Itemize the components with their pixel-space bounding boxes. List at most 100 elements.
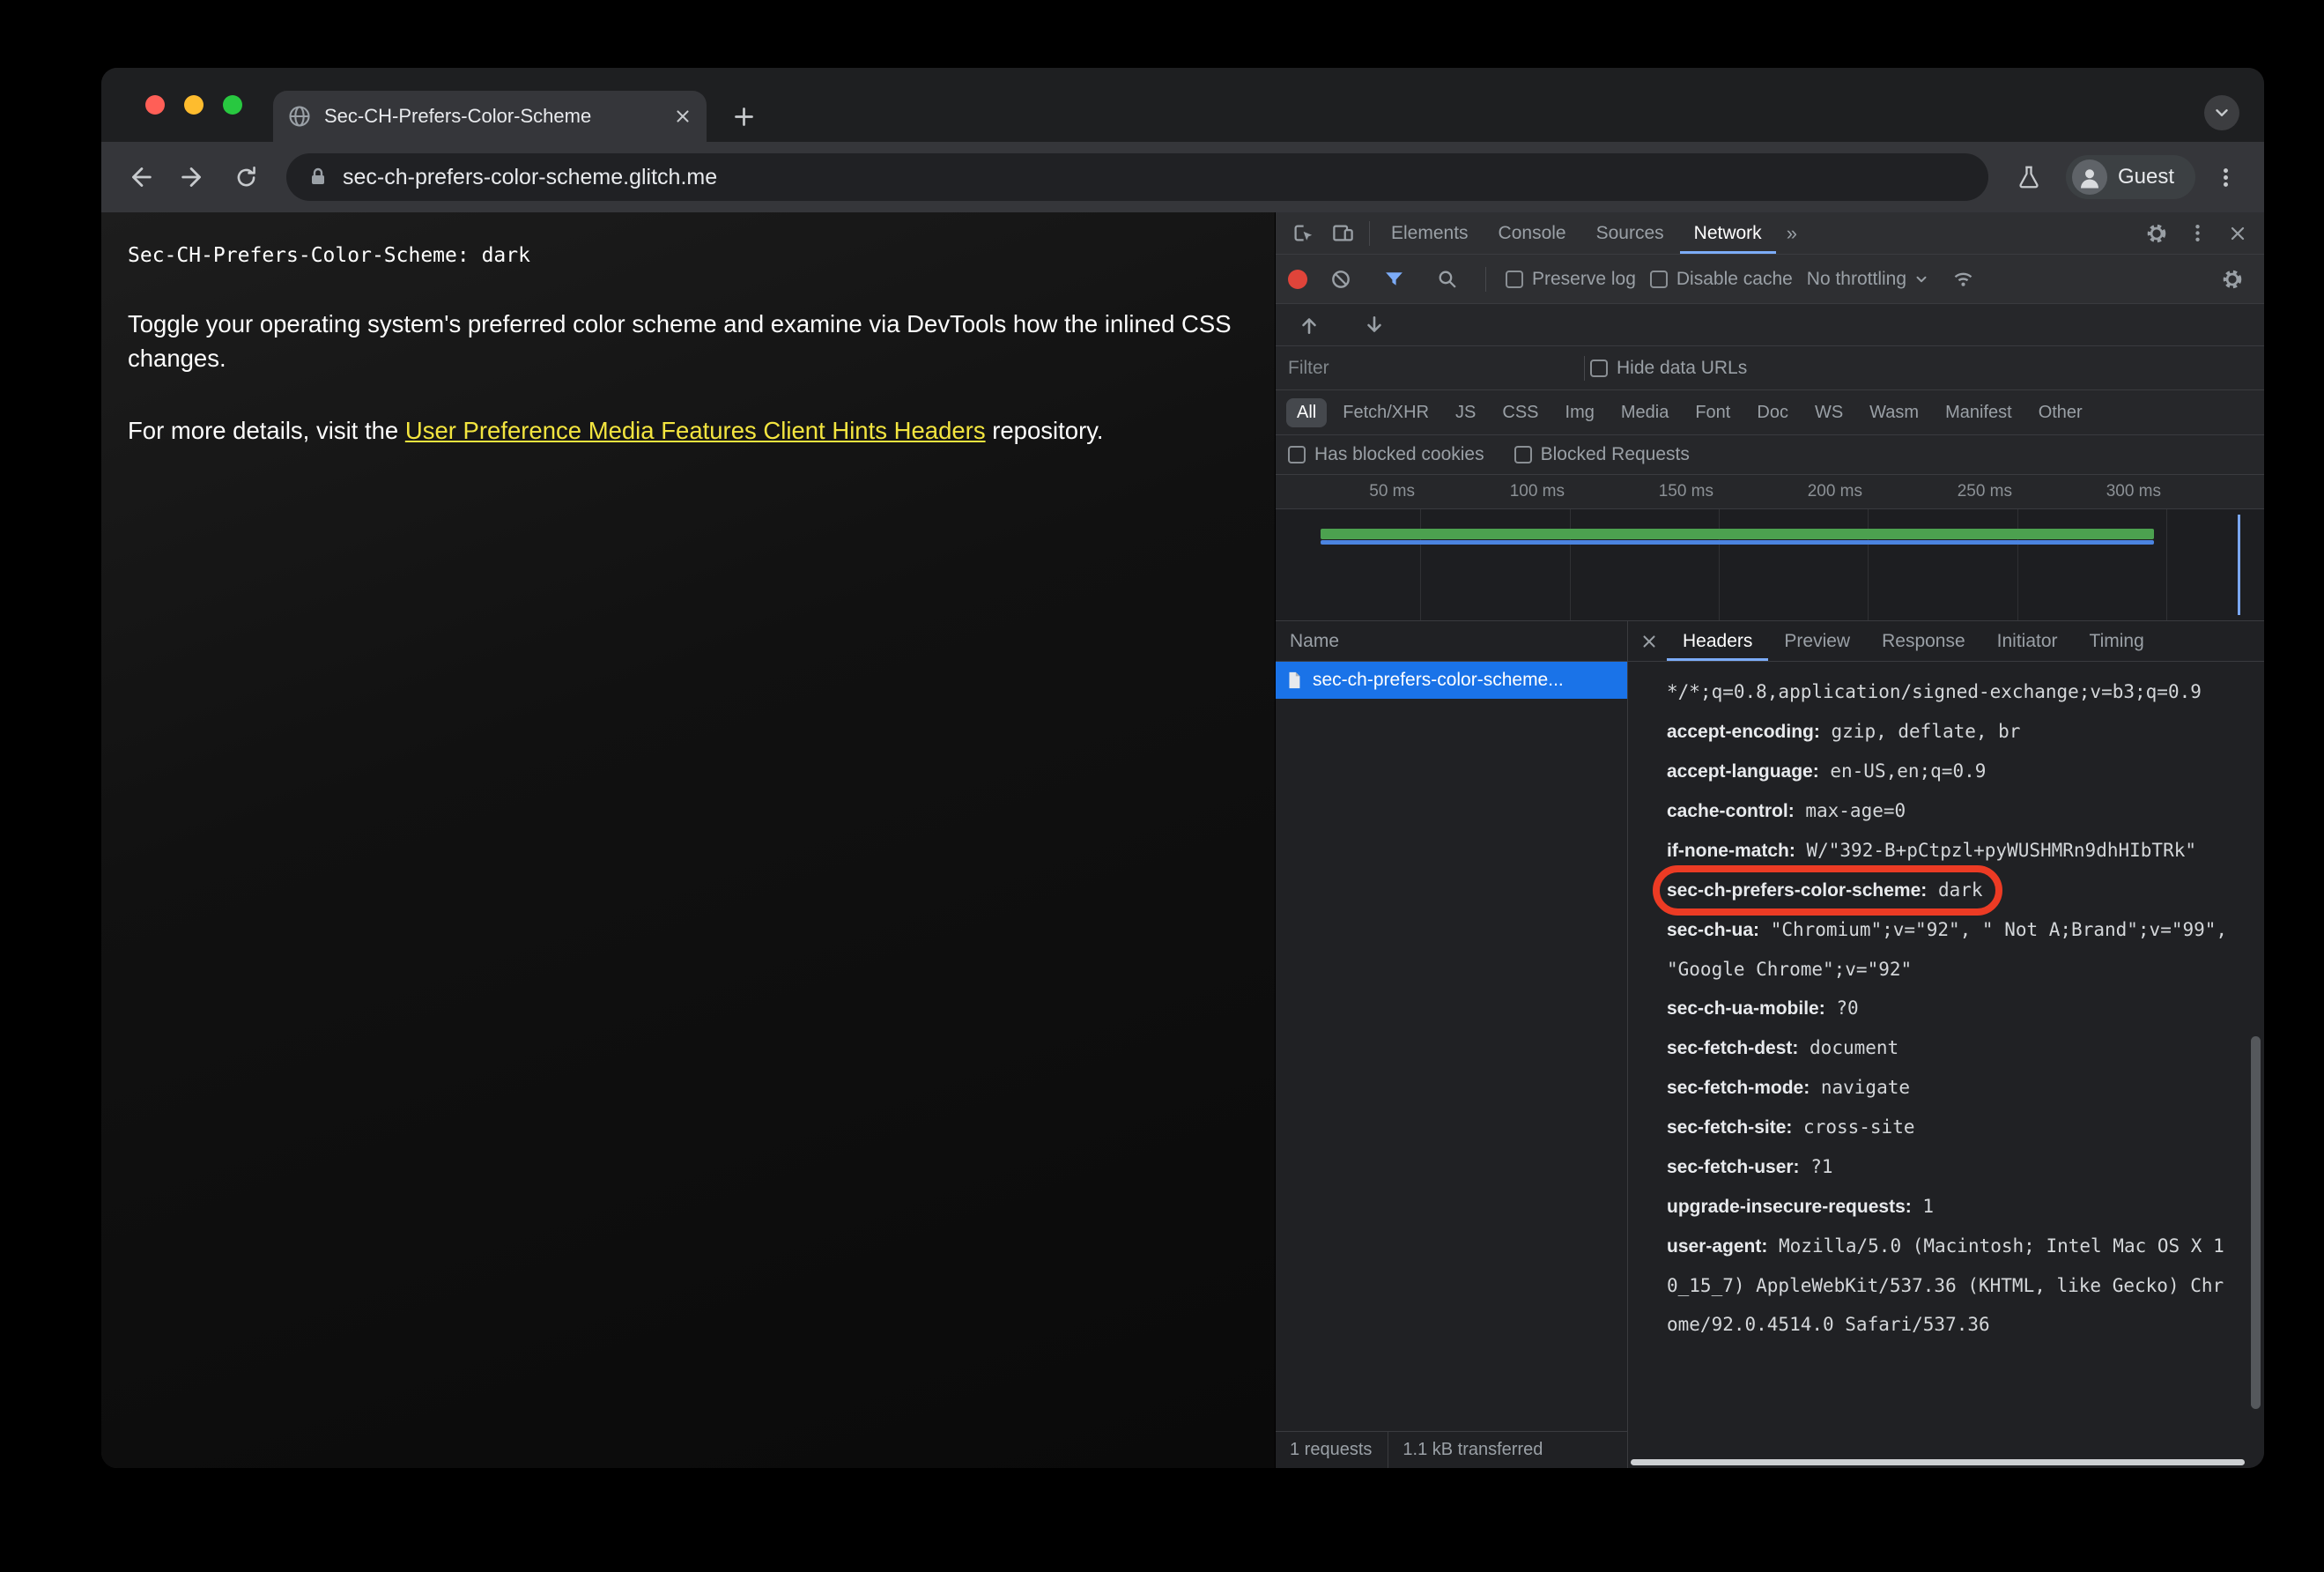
devtools-tab-sources[interactable]: Sources: [1582, 212, 1678, 254]
timeline-ruler: 50 ms 100 ms 150 ms 200 ms 250 ms 300 ms: [1276, 475, 2264, 509]
filter-pill-other[interactable]: Other: [2028, 398, 2093, 427]
tab-strip: Sec-CH-Prefers-Color-Scheme: [101, 68, 2264, 142]
device-toolbar-icon[interactable]: [1323, 214, 1362, 253]
filter-pill-font[interactable]: Font: [1684, 398, 1741, 427]
client-hints-repo-link[interactable]: User Preference Media Features Client Hi…: [405, 417, 986, 444]
checkbox-icon[interactable]: [1649, 270, 1668, 288]
minimize-window-button[interactable]: [184, 95, 204, 115]
vertical-scrollbar-thumb[interactable]: [2251, 1035, 2261, 1409]
network-overview-timeline[interactable]: [1276, 509, 2264, 621]
tab-close-icon[interactable]: [673, 107, 692, 126]
record-network-log-button[interactable]: [1288, 269, 1307, 289]
inspect-element-icon[interactable]: [1283, 214, 1321, 253]
filter-pill-js[interactable]: JS: [1445, 398, 1486, 427]
browser-menu-kebab-icon[interactable]: [2202, 154, 2248, 200]
resource-type-filters: All Fetch/XHR JS CSS Img Media Font Doc …: [1276, 390, 2264, 435]
filter-funnel-icon[interactable]: [1374, 260, 1413, 299]
request-detail-tabs: Headers Preview Response Initiator Timin…: [1628, 621, 2264, 662]
preserve-log-checkbox[interactable]: Preserve log: [1506, 269, 1636, 290]
page-paragraph-with-link: For more details, visit the User Prefere…: [128, 414, 1242, 449]
header-entry: sec-fetch-mode: navigate: [1667, 1077, 1911, 1098]
transferred-size: 1.1 kB transferred: [1403, 1440, 1543, 1459]
import-har-upload-icon[interactable]: [1290, 306, 1329, 345]
blocked-requests-label: Blocked Requests: [1540, 444, 1690, 464]
request-list-name-header[interactable]: Name: [1276, 621, 1627, 662]
tab-search-button[interactable]: [2204, 95, 2239, 130]
timeline-label: 50 ms: [1369, 482, 1415, 501]
filter-pill-manifest[interactable]: Manifest: [1935, 398, 2023, 427]
hide-data-urls-checkbox[interactable]: Hide data URLs: [1590, 358, 1747, 379]
checkbox-icon[interactable]: [1288, 446, 1306, 463]
blocked-requests-checkbox[interactable]: Blocked Requests: [1514, 444, 1690, 465]
throttling-dropdown[interactable]: No throttling: [1807, 269, 1929, 290]
url-text: sec-ch-prefers-color-scheme.glitch.me: [343, 164, 718, 189]
browser-tab[interactable]: Sec-CH-Prefers-Color-Scheme: [273, 91, 707, 142]
filter-pill-doc[interactable]: Doc: [1746, 398, 1799, 427]
timeline-label: 300 ms: [2106, 482, 2161, 501]
filter-pill-fetch-xhr[interactable]: Fetch/XHR: [1332, 398, 1440, 427]
new-tab-button[interactable]: [732, 105, 756, 129]
network-conditions-wifi-icon[interactable]: [1943, 260, 1982, 299]
header-entry: cache-control: max-age=0: [1667, 800, 1906, 821]
detail-tab-timing[interactable]: Timing: [2074, 621, 2160, 661]
overview-secondary-bar: [1321, 540, 2154, 545]
gridline: [2166, 509, 2167, 620]
horizontal-scrollbar-thumb[interactable]: [1631, 1459, 2245, 1465]
devtools-tab-elements[interactable]: Elements: [1377, 212, 1483, 254]
divider: [1369, 220, 1370, 246]
detail-tab-preview[interactable]: Preview: [1768, 621, 1866, 661]
experiment-flask-icon[interactable]: [2006, 154, 2052, 200]
detail-tab-response[interactable]: Response: [1866, 621, 1981, 661]
filter-input[interactable]: [1288, 357, 1579, 379]
checkbox-icon[interactable]: [1506, 270, 1523, 288]
network-settings-gear-icon[interactable]: [2213, 260, 2252, 299]
profile-label: Guest: [2117, 165, 2174, 189]
close-detail-icon[interactable]: [1632, 621, 1667, 661]
reload-icon[interactable]: [223, 154, 269, 200]
header-entry: sec-fetch-user: ?1: [1667, 1156, 1833, 1177]
color-scheme-readout: Sec-CH-Prefers-Color-Scheme: dark: [128, 244, 530, 267]
filter-pill-media[interactable]: Media: [1610, 398, 1679, 427]
close-window-button[interactable]: [145, 95, 165, 115]
checkbox-icon[interactable]: [1590, 359, 1608, 377]
request-row[interactable]: sec-ch-prefers-color-scheme...: [1276, 662, 1627, 699]
detail-tab-initiator[interactable]: Initiator: [1981, 621, 2074, 661]
has-blocked-cookies-label: Has blocked cookies: [1314, 444, 1484, 464]
desktop-background: { "window": { "tab": { "title": "Sec-CH-…: [0, 0, 2324, 1572]
network-controls-bar: Preserve log Disable cache No throttling: [1276, 255, 2264, 304]
devtools-tab-network[interactable]: Network: [1680, 212, 1776, 254]
link-suffix-text: repository.: [985, 417, 1104, 444]
disable-cache-checkbox[interactable]: Disable cache: [1649, 269, 1793, 290]
devtools-tab-console[interactable]: Console: [1484, 212, 1580, 254]
hide-data-urls-label: Hide data URLs: [1617, 357, 1748, 378]
clear-network-log-icon[interactable]: [1321, 260, 1360, 299]
globe-favicon-icon: [287, 104, 312, 129]
more-panels-chevron-icon[interactable]: »: [1778, 212, 1806, 254]
filter-pill-wasm[interactable]: Wasm: [1859, 398, 1929, 427]
profile-button[interactable]: Guest: [2065, 155, 2195, 199]
address-bar[interactable]: sec-ch-prefers-color-scheme.glitch.me: [286, 153, 1988, 201]
filter-pill-all[interactable]: All: [1286, 397, 1328, 427]
devtools-close-icon[interactable]: [2218, 214, 2257, 253]
search-icon[interactable]: [1427, 260, 1466, 299]
timeline-label: 250 ms: [1957, 482, 2012, 501]
export-har-download-icon[interactable]: [1355, 306, 1394, 345]
forward-icon[interactable]: [170, 154, 216, 200]
back-icon[interactable]: [117, 154, 163, 200]
has-blocked-cookies-checkbox[interactable]: Has blocked cookies: [1288, 444, 1484, 465]
load-event-marker: [2238, 515, 2240, 615]
filter-pill-css[interactable]: CSS: [1491, 398, 1549, 427]
devtools-settings-gear-icon[interactable]: [2137, 214, 2176, 253]
window-content: Sec-CH-Prefers-Color-Scheme: dark Toggle…: [101, 212, 2264, 1468]
detail-tab-headers[interactable]: Headers: [1667, 621, 1768, 661]
devtools-menu-kebab-icon[interactable]: [2178, 214, 2217, 253]
header-entry: sec-fetch-dest: document: [1667, 1037, 1899, 1058]
filter-pill-ws[interactable]: WS: [1804, 398, 1854, 427]
devtools-panel: Elements Console Sources Network » Prese…: [1275, 212, 2264, 1468]
filter-pill-img[interactable]: Img: [1555, 398, 1605, 427]
checkbox-icon[interactable]: [1514, 446, 1532, 463]
request-detail-pane: Headers Preview Response Initiator Timin…: [1628, 621, 2264, 1468]
timeline-label: 200 ms: [1807, 482, 1862, 501]
lock-icon[interactable]: [307, 167, 329, 188]
maximize-window-button[interactable]: [223, 95, 242, 115]
